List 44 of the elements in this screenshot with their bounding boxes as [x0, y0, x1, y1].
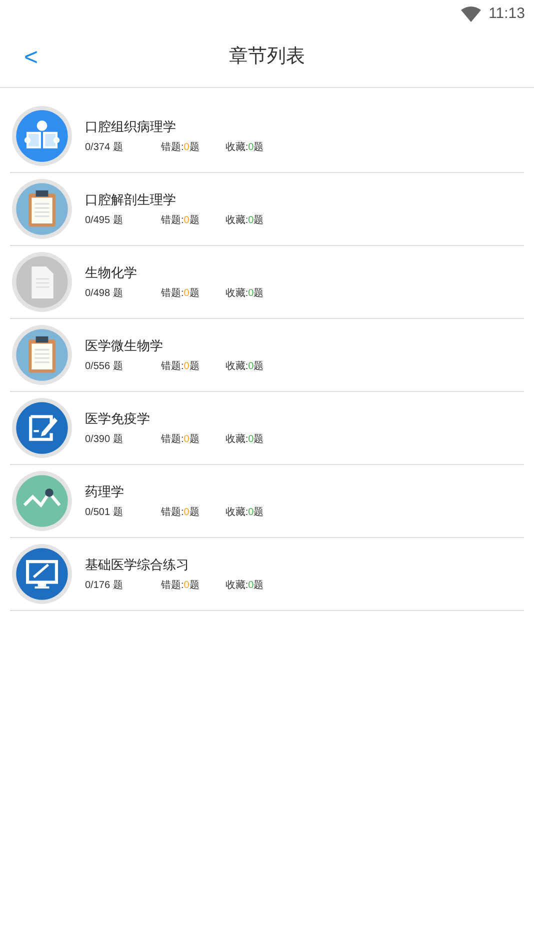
wrong-label: 错题: — [161, 360, 184, 374]
favorite-label: 收藏: — [225, 506, 248, 520]
favorite-unit: 题 — [254, 433, 264, 448]
wrong-count: 0 — [184, 506, 190, 520]
wrong-label: 错题: — [161, 214, 184, 228]
wrong-unit: 题 — [189, 506, 200, 520]
favorite-count: 0 — [248, 506, 254, 520]
favorite-count: 0 — [248, 433, 254, 448]
favorite-unit: 题 — [254, 287, 264, 302]
favorite-unit: 题 — [254, 360, 264, 374]
wrong-unit: 题 — [189, 433, 200, 448]
wrong-unit: 题 — [189, 579, 200, 594]
wrong-count: 0 — [184, 579, 190, 594]
wrong-label: 错题: — [161, 287, 184, 302]
favorite-count: 0 — [248, 287, 254, 302]
status-time: 11:13 — [488, 4, 525, 24]
wrong-count: 0 — [184, 287, 190, 302]
favorite-label: 收藏: — [225, 214, 248, 228]
wrong-unit: 题 — [189, 287, 200, 302]
favorite-unit: 题 — [254, 579, 264, 594]
favorite-unit: 题 — [254, 141, 264, 156]
favorite-count: 0 — [248, 214, 254, 228]
favorite-unit: 题 — [254, 214, 264, 228]
wrong-count: 0 — [184, 360, 190, 374]
favorite-unit: 题 — [254, 506, 264, 520]
wrong-count: 0 — [184, 433, 190, 448]
favorite-label: 收藏: — [225, 286, 248, 302]
wrong-count: 0 — [184, 214, 190, 228]
wrong-unit: 题 — [189, 214, 200, 228]
wrong-unit: 题 — [189, 360, 200, 374]
wrong-unit: 题 — [189, 141, 200, 156]
wrong-label: 错题: — [161, 506, 184, 520]
favorite-count: 0 — [248, 360, 254, 374]
wrong-count: 0 — [184, 141, 190, 156]
wrong-label: 错题: — [161, 579, 184, 594]
wrong-label: 错题: — [161, 141, 184, 156]
favorite-label: 收藏: — [225, 140, 248, 156]
favorite-label: 收藏: — [225, 578, 248, 594]
favorite-label: 收藏: — [225, 360, 248, 374]
favorite-count: 0 — [248, 579, 254, 594]
wrong-label: 错题: — [161, 433, 184, 448]
page-title: 章节列表 — [229, 45, 305, 70]
favorite-count: 0 — [248, 141, 254, 156]
favorite-label: 收藏: — [225, 432, 248, 448]
